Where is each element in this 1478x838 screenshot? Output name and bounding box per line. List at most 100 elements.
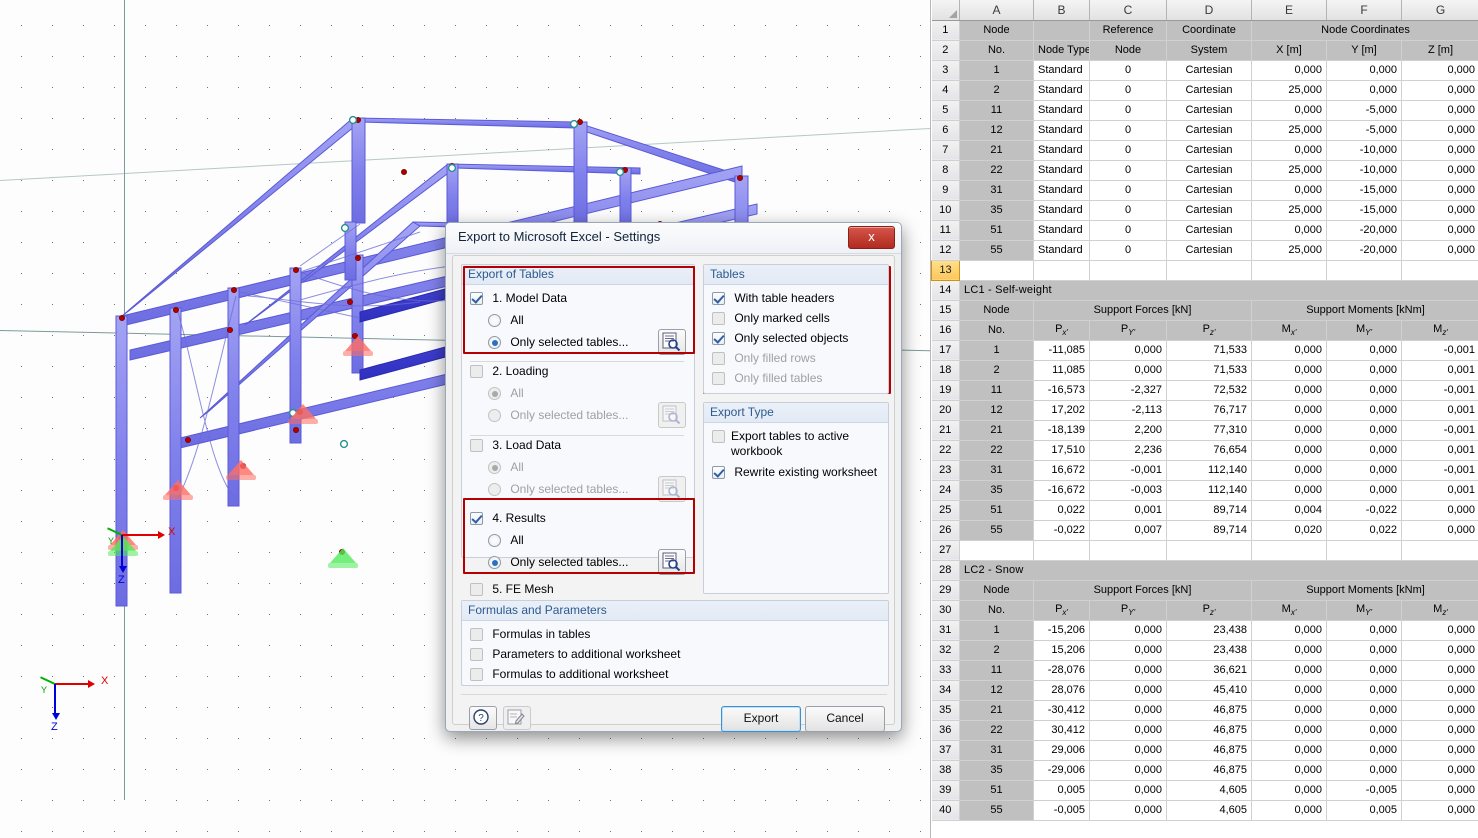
table-cell[interactable]: 22 (959, 440, 1034, 461)
spreadsheet-table[interactable]: A B C D E F G 1 Node Reference Coordinate Node Coor… (931, 0, 1478, 821)
table-cell[interactable]: -0,022 (1033, 520, 1090, 541)
table-cell[interactable]: 29,006 (1033, 740, 1090, 761)
table-cell[interactable]: Standard (1033, 60, 1090, 81)
table-cell[interactable]: Cartesian (1166, 60, 1252, 81)
table-cell[interactable]: 0,000 (1251, 740, 1327, 761)
table-cell[interactable]: 23,438 (1166, 640, 1252, 661)
table-cell[interactable]: -15,000 (1326, 180, 1402, 201)
column-header-G[interactable]: G (1401, 0, 1478, 21)
checkbox-parameters-to-worksheet[interactable]: Parameters to additional worksheet (470, 647, 680, 662)
table-row[interactable]: 8 22 Standard 0 Cartesian 25,000 -10,000 0,000 (931, 160, 1478, 181)
table-cell[interactable]: 0,000 (1326, 720, 1402, 741)
row-header-30[interactable]: 30 (931, 600, 960, 621)
table-row[interactable]: 18 2 11,085 0,000 71,533 0,000 0,000 0,001 (931, 360, 1478, 381)
table-cell[interactable]: 0,000 (1251, 100, 1327, 121)
table-cell[interactable]: 0,000 (1089, 800, 1167, 821)
table-cell[interactable]: Cartesian (1166, 240, 1252, 261)
row-header-21[interactable]: 21 (931, 420, 960, 441)
table-cell[interactable]: 0,000 (1089, 780, 1167, 801)
table-cell[interactable]: 0,000 (1401, 720, 1478, 741)
table-cell[interactable]: 0 (1089, 140, 1167, 161)
table-cell[interactable]: 22 (959, 720, 1034, 741)
table-cell[interactable]: 51 (959, 220, 1034, 241)
dialog-titlebar[interactable]: Export to Microsoft Excel - Settings x (446, 223, 901, 254)
table-cell[interactable]: 0,000 (1251, 180, 1327, 201)
table-cell[interactable]: 51 (959, 500, 1034, 521)
table-cell[interactable]: 11,085 (1033, 360, 1090, 381)
checkbox-parameters-to-worksheet-box[interactable] (470, 648, 483, 662)
table-cell[interactable]: 0,022 (1033, 500, 1090, 521)
table-cell[interactable]: 2 (959, 640, 1034, 661)
table-cell[interactable]: -0,003 (1089, 480, 1167, 501)
table-cell[interactable]: 0,000 (1326, 760, 1402, 781)
table-cell[interactable]: 0,000 (1089, 740, 1167, 761)
cancel-button[interactable]: Cancel (805, 706, 885, 732)
table-cell[interactable]: 11 (959, 660, 1034, 681)
table-cell[interactable]: 71,533 (1166, 340, 1252, 361)
table-cell[interactable]: 0,000 (1401, 780, 1478, 801)
table-cell[interactable]: 0 (1089, 100, 1167, 121)
table-cell[interactable]: 0,000 (1251, 400, 1327, 421)
table-row[interactable]: 37 31 29,006 0,000 46,875 0,000 0,000 0,000 (931, 740, 1478, 761)
row-header-9[interactable]: 9 (931, 180, 960, 201)
table-cell[interactable]: -16,573 (1033, 380, 1090, 401)
checkbox-only-selected-objects-box[interactable] (712, 332, 725, 346)
table-cell[interactable]: 0,000 (1251, 480, 1327, 501)
column-header-C[interactable]: C (1089, 0, 1167, 21)
table-cell[interactable]: -5,000 (1326, 100, 1402, 121)
table-cell[interactable]: 0,000 (1251, 340, 1327, 361)
table-cell[interactable]: 55 (959, 240, 1034, 261)
blank-row[interactable]: 27 (931, 540, 1478, 561)
row-header-16[interactable]: 16 (931, 320, 960, 341)
table-row[interactable]: 34 12 28,076 0,000 45,410 0,000 0,000 0,000 (931, 680, 1478, 701)
radio-model-data-selected-dot[interactable] (488, 336, 501, 350)
table-cell[interactable]: 0,000 (1326, 420, 1402, 441)
table-cell[interactable]: 0,000 (1326, 620, 1402, 641)
table-cell[interactable]: 21 (959, 140, 1034, 161)
table-cell[interactable]: 0 (1089, 60, 1167, 81)
table-cell[interactable]: 0,000 (1326, 480, 1402, 501)
table-cell[interactable]: 0,000 (1326, 340, 1402, 361)
edit-note-icon-button[interactable] (503, 706, 531, 730)
table-cell[interactable]: 0,000 (1251, 700, 1327, 721)
table-cell[interactable] (1401, 260, 1478, 281)
table-cell[interactable]: 31 (959, 740, 1034, 761)
table-cell[interactable]: 0,000 (1326, 400, 1402, 421)
table-row[interactable]: 12 55 Standard 0 Cartesian 25,000 -20,000 0,000 (931, 240, 1478, 261)
table-cell[interactable]: 2,236 (1089, 440, 1167, 461)
row-header-37[interactable]: 37 (931, 740, 960, 761)
table-cell[interactable]: 2,200 (1089, 420, 1167, 441)
row-header-2[interactable]: 2 (931, 40, 960, 61)
select-all-corner-icon[interactable] (931, 0, 960, 21)
table-cell[interactable]: 35 (959, 200, 1034, 221)
row-header-7[interactable]: 7 (931, 140, 960, 161)
table-row[interactable]: 32 2 15,206 0,000 23,438 0,000 0,000 0,000 (931, 640, 1478, 661)
row-header-35[interactable]: 35 (931, 700, 960, 721)
checkbox-export-to-active-workbook[interactable]: Export tables to active workbook (712, 429, 880, 459)
table-row[interactable]: 22 22 17,510 2,236 76,654 0,000 0,000 0,001 (931, 440, 1478, 461)
table-cell[interactable] (1033, 260, 1090, 281)
table-row[interactable]: 17 1 -11,085 0,000 71,533 0,000 0,000 -0,001 (931, 340, 1478, 361)
checkbox-formulas-to-worksheet[interactable]: Formulas to additional worksheet (470, 667, 668, 682)
table-cell[interactable]: 0 (1089, 180, 1167, 201)
checkbox-fe-mesh-box[interactable] (470, 583, 483, 597)
table-cell[interactable]: -0,001 (1401, 420, 1478, 441)
table-cell[interactable]: 12 (959, 680, 1034, 701)
row-header-32[interactable]: 32 (931, 640, 960, 661)
table-cell[interactable]: 0,000 (1326, 60, 1402, 81)
table-cell[interactable]: 77,310 (1166, 420, 1252, 441)
row-header-28[interactable]: 28 (931, 560, 960, 581)
table-cell[interactable]: 17,202 (1033, 400, 1090, 421)
table-cell[interactable]: 0,001 (1401, 440, 1478, 461)
table-cell[interactable]: 36,621 (1166, 660, 1252, 681)
table-cell[interactable] (1033, 540, 1090, 561)
row-header-29[interactable]: 29 (931, 580, 960, 601)
table-cell[interactable]: Standard (1033, 180, 1090, 201)
table-cell[interactable]: 0,000 (1401, 100, 1478, 121)
table-magnifier-icon-results[interactable] (658, 549, 686, 575)
table-cell[interactable]: 0,000 (1401, 680, 1478, 701)
radio-results-all[interactable]: All (488, 533, 524, 548)
table-cell[interactable]: 0,000 (1401, 620, 1478, 641)
table-cell[interactable]: 4,605 (1166, 780, 1252, 801)
table-cell[interactable]: 25,000 (1251, 240, 1327, 261)
